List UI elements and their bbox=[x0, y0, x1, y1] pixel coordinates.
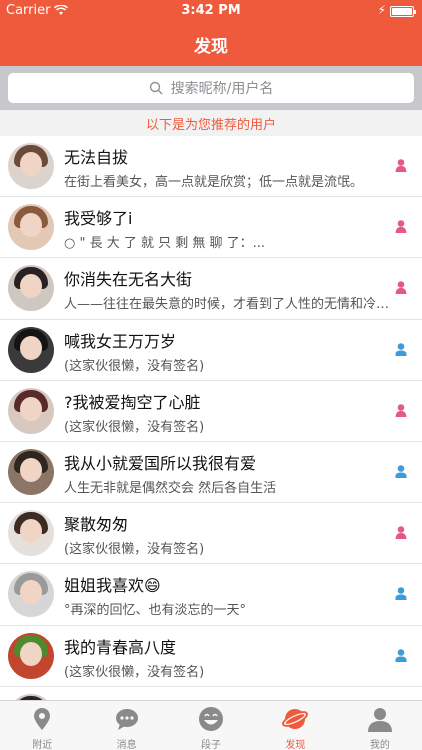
user-row[interactable]: 姐姐我喜欢😄 °再深的回忆、也有淡忘的一天° bbox=[0, 564, 422, 626]
tab-label: 段子 bbox=[201, 740, 222, 750]
search-icon bbox=[149, 81, 163, 95]
avatar[interactable] bbox=[8, 143, 54, 189]
user-signature: 人生无非就是偶然交会 然后各自生活 bbox=[64, 480, 277, 496]
tab-chat-bubble[interactable]: 消息 bbox=[84, 701, 168, 750]
tab-label: 发现 bbox=[285, 740, 306, 750]
status-bar: Carrier 3:42 PM ⚡ bbox=[0, 0, 422, 22]
avatar[interactable] bbox=[8, 571, 54, 618]
page-title: 发现 bbox=[194, 36, 228, 57]
user-name: 喊我女王万万岁 bbox=[64, 331, 177, 351]
recommend-label: 以下是为您推荐的用户 bbox=[145, 117, 276, 133]
user-signature: (这家伙很懒，没有签名) bbox=[64, 542, 205, 558]
user-name: 聚散匆匆 bbox=[64, 515, 129, 535]
user-signature: (这家伙很懒，没有签名) bbox=[64, 358, 205, 374]
avatar[interactable] bbox=[8, 510, 54, 557]
user-row[interactable]: 我的青春高八度 (这家伙很懒，没有签名) bbox=[0, 626, 422, 687]
recommend-header: 以下是为您推荐的用户 bbox=[0, 110, 422, 136]
tab-laugh-face[interactable]: 段子 bbox=[169, 701, 253, 750]
user-name: 我的青春高八度 bbox=[64, 637, 177, 657]
nav-bar: 发现 bbox=[0, 22, 422, 66]
user-signature: 人——往往在最失意的时候，才看到了人性的无情和冷漠。 bbox=[64, 297, 392, 313]
user-list[interactable]: 无法自拔在街上看美女，高一点就是欣赏；低一点就是流氓。我受够了i ○ " 長 大 … bbox=[0, 136, 422, 700]
avatar[interactable] bbox=[8, 204, 54, 251]
tab-location-pin[interactable]: 附近 bbox=[0, 701, 84, 750]
user-signature: °再深的回忆、也有淡忘的一天° bbox=[64, 603, 247, 619]
tab-bar: 附近 消息 段子 发现 我的 bbox=[0, 700, 422, 750]
male-icon bbox=[395, 342, 407, 356]
female-icon bbox=[395, 403, 407, 417]
female-icon bbox=[395, 526, 407, 540]
chat-bubble-icon bbox=[115, 709, 138, 730]
search-bar: 搜索昵称/用户名 bbox=[0, 66, 422, 110]
avatar[interactable] bbox=[8, 326, 54, 373]
female-icon bbox=[395, 220, 407, 234]
male-icon bbox=[395, 465, 407, 478]
tab-label: 附近 bbox=[32, 740, 53, 750]
charging-icon: ⚡ bbox=[377, 3, 386, 17]
avatar[interactable] bbox=[8, 387, 54, 434]
male-icon bbox=[395, 587, 407, 601]
tab-label: 我的 bbox=[369, 740, 390, 750]
user-name: ?我被爱掏空了心脏 bbox=[64, 392, 201, 412]
user-row[interactable]: 无法自拔在街上看美女，高一点就是欣赏；低一点就是流氓。 bbox=[0, 136, 422, 198]
female-icon bbox=[395, 281, 407, 295]
avatar[interactable] bbox=[8, 265, 54, 312]
user-row[interactable]: 我受够了i ○ " 長 大 了 就 只 剩 無 聊 了：... bbox=[0, 197, 422, 259]
tab-planet[interactable]: 发现 bbox=[253, 701, 337, 750]
user-name: 你消失在无名大街 bbox=[64, 270, 193, 290]
user-signature: (这家伙很懒，没有签名) bbox=[64, 664, 205, 680]
user-row[interactable]: 聚散匆匆 (这家伙很懒，没有签名) bbox=[0, 503, 422, 565]
user-signature: (这家伙很懒，没有签名) bbox=[64, 419, 205, 435]
location-pin-icon bbox=[34, 708, 51, 730]
battery-icon bbox=[390, 6, 416, 17]
user-row[interactable]: 你消失在无名大街人——往往在最失意的时候，才看到了人性的无情和冷漠。 bbox=[0, 258, 422, 320]
user-name: 无法自拔 bbox=[64, 148, 129, 167]
search-input[interactable]: 搜索昵称/用户名 bbox=[8, 73, 414, 103]
avatar[interactable] bbox=[8, 632, 54, 679]
user-name: 我从小就爱国所以我很有爱 bbox=[64, 453, 257, 473]
user-signature: 在街上看美女，高一点就是欣赏；低一点就是流氓。 bbox=[64, 175, 364, 190]
female-icon bbox=[395, 159, 407, 172]
search-placeholder: 搜索昵称/用户名 bbox=[170, 81, 274, 97]
tab-label: 消息 bbox=[116, 740, 137, 750]
planet-icon bbox=[282, 709, 309, 729]
person-icon bbox=[367, 708, 392, 732]
user-name: 我受够了i bbox=[64, 209, 133, 229]
laugh-face-icon bbox=[199, 707, 224, 731]
user-row[interactable]: 喊我女王万万岁 (这家伙很懒，没有签名) bbox=[0, 320, 422, 381]
user-name: 姐姐我喜欢😄 bbox=[64, 576, 161, 596]
user-row[interactable]: ?我被爱掏空了心脏 (这家伙很懒，没有签名) bbox=[0, 381, 422, 442]
avatar[interactable] bbox=[8, 448, 54, 495]
male-icon bbox=[395, 648, 407, 662]
clock: 3:42 PM bbox=[181, 3, 241, 18]
tab-person[interactable]: 我的 bbox=[338, 701, 422, 750]
user-signature: ○ " 長 大 了 就 只 剩 無 聊 了：... bbox=[64, 236, 266, 252]
user-row[interactable]: 我从小就爱国所以我很有爱人生无非就是偶然交会 然后各自生活 bbox=[0, 442, 422, 504]
user-row[interactable]: 无你之意 bbox=[0, 687, 422, 700]
